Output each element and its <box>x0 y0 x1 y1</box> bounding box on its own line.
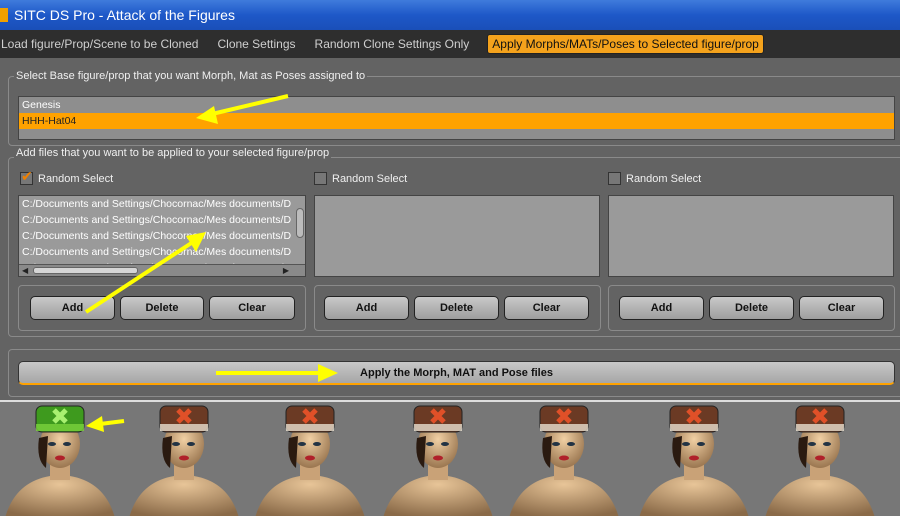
clear-button-1[interactable]: Clear <box>209 296 295 320</box>
tab-bar: Load figure/Prop/Scene to be Cloned Clon… <box>0 30 900 58</box>
base-figure-legend: Select Base figure/prop that you want Mo… <box>14 70 368 82</box>
random-select-label-2: Random Select <box>332 172 408 185</box>
clear-button-3[interactable]: Clear <box>799 296 884 320</box>
window-titlebar: SITC DS Pro - Attack of the Figures <box>0 0 900 30</box>
app-icon <box>0 8 8 22</box>
tab-clone-settings[interactable]: Clone Settings <box>216 37 295 51</box>
random-select-checkbox-3[interactable] <box>608 172 621 185</box>
file-list-1[interactable]: C:/Documents and Settings/Chocornac/Mes … <box>18 195 306 277</box>
base-figure-item-genesis[interactable]: Genesis <box>19 97 894 113</box>
delete-button-3[interactable]: Delete <box>709 296 794 320</box>
figure-thumbnail <box>5 405 115 516</box>
base-figure-item-hat[interactable]: HHH-Hat04 <box>19 113 894 129</box>
file-item[interactable]: C:/Documents and Settings/Chocornac/Mes … <box>19 228 293 244</box>
clear-button-2[interactable]: Clear <box>504 296 589 320</box>
random-select-3[interactable]: Random Select <box>608 172 701 185</box>
figure-thumbnails <box>5 405 875 516</box>
vertical-scrollbar-thumb[interactable] <box>296 208 304 238</box>
figure-thumbnail <box>765 405 875 516</box>
add-button-3[interactable]: Add <box>619 296 704 320</box>
file-item[interactable]: C:/Documents and Settings/Chocornac/Mes … <box>19 244 293 260</box>
horizontal-scrollbar-thumb[interactable] <box>33 267 138 274</box>
file-list-2[interactable] <box>314 195 600 277</box>
apply-files-button[interactable]: Apply the Morph, MAT and Pose files <box>18 361 895 385</box>
delete-button-1[interactable]: Delete <box>120 296 204 320</box>
figure-thumbnail <box>383 405 493 516</box>
random-select-label-3: Random Select <box>626 172 702 185</box>
base-figure-list[interactable]: Genesis HHH-Hat04 <box>18 96 895 140</box>
add-button-1[interactable]: Add <box>30 296 115 320</box>
figure-thumbnail <box>255 405 365 516</box>
delete-button-2[interactable]: Delete <box>414 296 499 320</box>
tab-random-clone-settings[interactable]: Random Clone Settings Only <box>314 37 470 51</box>
add-button-2[interactable]: Add <box>324 296 409 320</box>
random-select-label-1: Random Select <box>38 172 114 185</box>
scroll-right-icon[interactable]: ▶ <box>283 266 289 275</box>
horizontal-scrollbar[interactable]: ◀ ▶ <box>19 264 305 276</box>
figure-thumbnail <box>129 405 239 516</box>
file-list-3[interactable] <box>608 195 894 277</box>
main-panel: Select Base figure/prop that you want Mo… <box>0 58 900 400</box>
random-select-checkbox-1[interactable] <box>20 168 33 185</box>
file-item[interactable]: C:/Documents and Settings/Chocornac/Mes … <box>19 196 293 212</box>
random-select-2[interactable]: Random Select <box>314 172 407 185</box>
window-title: SITC DS Pro - Attack of the Figures <box>14 7 235 23</box>
preview-viewport[interactable] <box>0 400 900 516</box>
files-legend: Add files that you want to be applied to… <box>14 147 332 159</box>
figure-thumbnail <box>639 405 749 516</box>
tab-apply-morphs[interactable]: Apply Morphs/MATs/Poses to Selected figu… <box>487 34 764 54</box>
figure-thumbnail <box>509 405 619 516</box>
file-item[interactable]: C:/Documents and Settings/Chocornac/Mes … <box>19 212 293 228</box>
scroll-left-icon[interactable]: ◀ <box>22 266 28 275</box>
random-select-checkbox-2[interactable] <box>314 172 327 185</box>
tab-load-figure[interactable]: Load figure/Prop/Scene to be Cloned <box>0 37 198 51</box>
random-select-1[interactable]: Random Select <box>20 168 114 185</box>
